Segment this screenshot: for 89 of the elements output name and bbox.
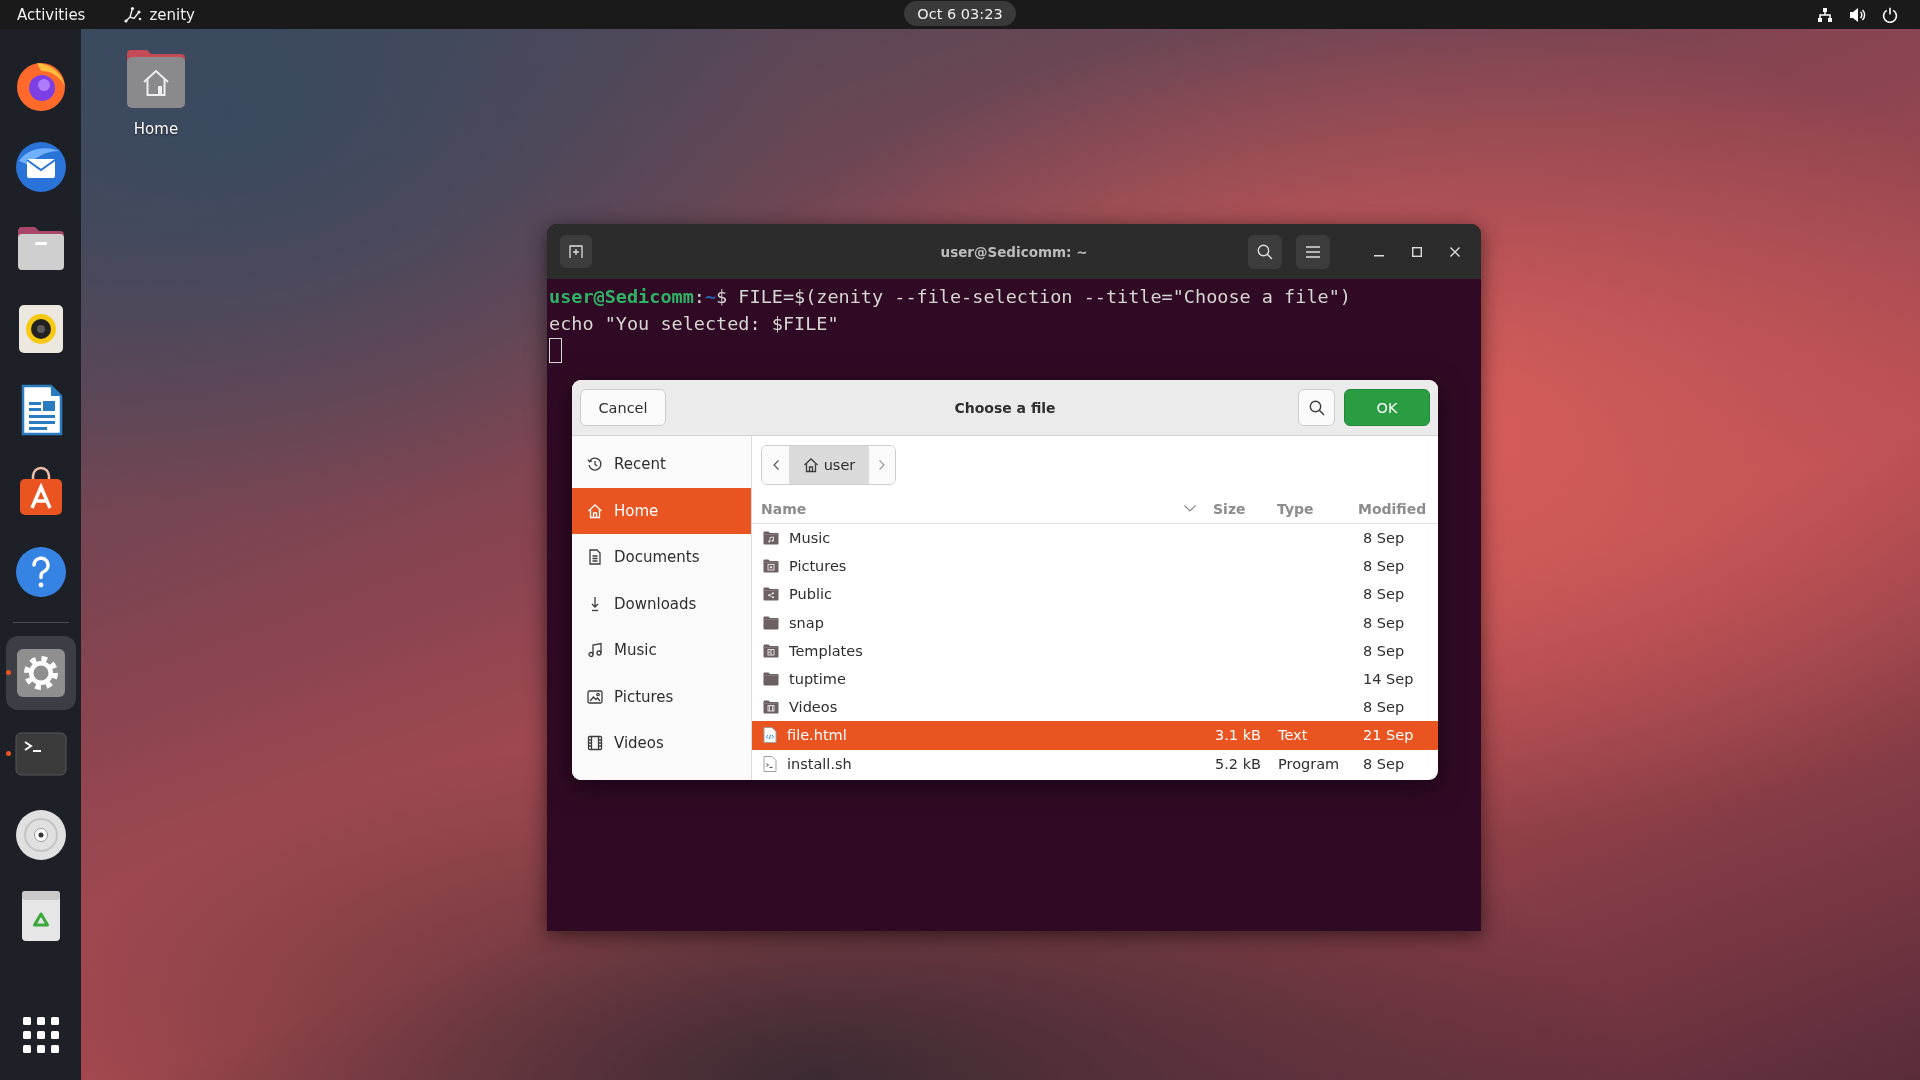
- code-file-icon: [763, 727, 777, 744]
- file-name: Public: [789, 586, 832, 603]
- music-note-icon: [587, 642, 603, 659]
- file-name: install.sh: [787, 755, 852, 772]
- home-icon: [587, 502, 603, 519]
- menu-icon: [1306, 245, 1320, 258]
- activities-button[interactable]: Activities: [17, 3, 86, 26]
- document-icon: [587, 549, 603, 566]
- file-name: Pictures: [789, 558, 847, 575]
- file-name: file.html: [787, 727, 847, 744]
- file-row[interactable]: Public 8 Sep: [752, 580, 1438, 609]
- file-row[interactable]: install.sh 5.2 kB Program 8 Sep: [752, 749, 1438, 778]
- film-icon: [587, 735, 603, 752]
- clock[interactable]: Oct 6 03:23: [904, 1, 1016, 26]
- sidebar-item[interactable]: Documents: [572, 534, 751, 581]
- network-icon[interactable]: [1817, 6, 1833, 23]
- envelope-icon[interactable]: [14, 140, 67, 193]
- new-tab-icon: [569, 244, 583, 259]
- file-type: Text: [1278, 727, 1308, 744]
- file-size: 3.1 kB: [1215, 727, 1261, 744]
- volume-icon[interactable]: [1849, 6, 1866, 23]
- search-button[interactable]: [1248, 234, 1282, 269]
- folder-icon: [763, 615, 779, 630]
- file-name: snap: [789, 614, 824, 631]
- modified-date: 8 Sep: [1363, 699, 1405, 716]
- modified-date: 14 Sep: [1363, 671, 1414, 688]
- sidebar-item[interactable]: Downloads: [572, 580, 751, 627]
- video-folder-icon: [763, 700, 779, 715]
- close-icon[interactable]: [1450, 246, 1460, 257]
- file-name: Templates: [789, 642, 863, 659]
- maximize-icon[interactable]: [1412, 246, 1422, 257]
- sidebar-item[interactable]: Music: [572, 627, 751, 674]
- file-row[interactable]: Videos 8 Sep: [752, 693, 1438, 722]
- script-file-icon: [763, 755, 777, 772]
- app-menu[interactable]: zenity: [124, 3, 195, 26]
- chevron-right-icon: [879, 460, 885, 470]
- modified-date: 8 Sep: [1363, 642, 1405, 659]
- search-icon: [1308, 399, 1325, 416]
- dialog-title: Choose a file: [954, 399, 1056, 416]
- picture-folder-icon: [763, 559, 779, 574]
- file-row[interactable]: tuptime 14 Sep: [752, 664, 1438, 694]
- cancel-button[interactable]: Cancel: [580, 389, 666, 426]
- file-type: Program: [1278, 755, 1340, 772]
- terminal-icon[interactable]: [14, 731, 67, 776]
- file-size: 5.2 kB: [1215, 755, 1261, 772]
- disc-icon[interactable]: [14, 808, 67, 861]
- sidebar-item[interactable]: Recent: [572, 441, 751, 488]
- folder-icon: [763, 672, 779, 687]
- file-name: Videos: [789, 699, 838, 716]
- settings-icon[interactable]: [14, 646, 67, 699]
- menu-button[interactable]: [1296, 234, 1330, 269]
- home-icon: [802, 457, 819, 473]
- path-button[interactable]: user: [790, 446, 868, 484]
- shared-folder-icon: [763, 587, 779, 602]
- app-dots-icon: [124, 5, 143, 24]
- clock-icon: [587, 456, 603, 473]
- window-title: user@Sedicomm: ~: [940, 243, 1088, 260]
- sidebar-item[interactable]: Videos: [572, 720, 751, 767]
- modified-date: 8 Sep: [1363, 530, 1405, 547]
- app-grid-icon[interactable]: [22, 1016, 59, 1053]
- file-name: Music: [789, 530, 831, 547]
- chevron-left-icon: [772, 460, 779, 470]
- file-row[interactable]: Pictures 8 Sep: [752, 552, 1438, 581]
- modified-date: 21 Sep: [1363, 727, 1414, 744]
- search-icon: [1257, 243, 1273, 260]
- modified-date: 8 Sep: [1363, 614, 1405, 631]
- minimize-icon[interactable]: [1374, 254, 1384, 257]
- file-name: tuptime: [789, 671, 846, 688]
- terminal-line: user@Sedicomm:~$ FILE=$(zenity --file-selection --title="Choose a file"): [549, 285, 1352, 309]
- power-icon[interactable]: [1882, 6, 1898, 23]
- file-row[interactable]: Music 8 Sep: [752, 524, 1438, 553]
- terminal-line: echo "You selected: $FILE": [549, 312, 840, 336]
- sidebar-item[interactable]: Pictures: [572, 673, 751, 720]
- file-row[interactable]: Templates 8 Sep: [752, 636, 1438, 665]
- template-folder-icon: [763, 643, 779, 658]
- new-tab-button[interactable]: [560, 235, 592, 268]
- file-row[interactable]: file.html 3.1 kB Text 21 Sep: [752, 721, 1438, 750]
- ok-button[interactable]: OK: [1344, 389, 1430, 426]
- modified-date: 8 Sep: [1363, 558, 1405, 575]
- modified-date: 8 Sep: [1363, 755, 1405, 772]
- search-button[interactable]: [1298, 389, 1335, 426]
- desktop-icon-label[interactable]: Home: [133, 120, 179, 138]
- trash-icon[interactable]: [20, 889, 61, 942]
- help-icon[interactable]: [14, 545, 67, 598]
- file-row[interactable]: snap 8 Sep: [752, 608, 1438, 637]
- sidebar-item[interactable]: Home: [572, 487, 751, 534]
- modified-date: 8 Sep: [1363, 586, 1405, 603]
- picture-icon: [587, 688, 603, 705]
- music-folder-icon: [763, 531, 779, 546]
